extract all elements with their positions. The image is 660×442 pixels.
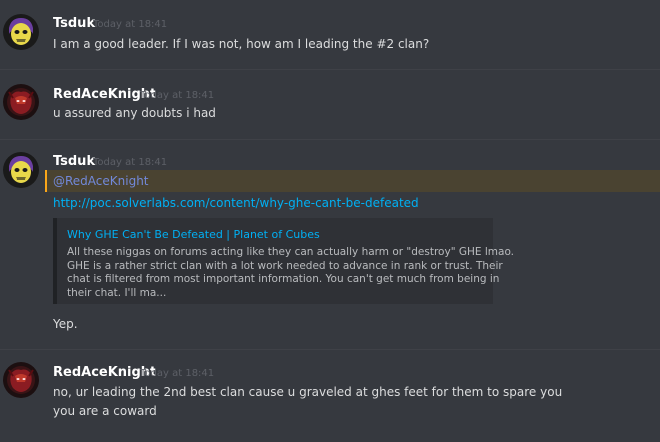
message-divider [0,349,660,350]
message-timestamp: Today at 18:41 [140,368,215,379]
message-author[interactable]: Tsduk [53,154,95,169]
message-author[interactable]: Tsduk [53,16,95,31]
embed-description: All these niggas on forums acting like t… [67,246,515,300]
message-link[interactable]: http://poc.solverlabs.com/content/why-gh… [53,196,419,210]
message-timestamp: Today at 18:41 [93,157,168,168]
message-divider [0,69,660,70]
red-knight-icon [3,362,39,398]
embed-title[interactable]: Why GHE Can't Be Defeated | Planet of Cu… [67,228,320,241]
embed-description-line: chat is filtered from most important inf… [67,273,500,285]
message-text: no, ur leading the 2nd best clan cause u… [53,385,563,399]
message-text: you are a coward [53,404,157,418]
chat-message-list: Tsduk Today at 18:41 I am a good leader.… [0,0,660,442]
avatar[interactable] [3,362,39,398]
avatar[interactable] [3,152,39,188]
message-timestamp: Today at 18:41 [140,90,215,101]
user-mention[interactable]: @RedAceKnight [53,174,149,188]
link-embed: Why GHE Can't Be Defeated | Planet of Cu… [53,218,515,304]
message-text: I am a good leader. If I was not, how am… [53,37,430,51]
avatar[interactable] [3,14,39,50]
avatar[interactable] [3,84,39,120]
embed-description-line: GHE is a rather strict clan with a lot w… [67,259,503,272]
red-knight-icon [3,84,39,120]
skeletor-icon [3,14,39,50]
message-timestamp: Today at 18:41 [93,19,168,30]
embed-description-line: All these niggas on forums acting like t… [67,246,515,258]
message-text: Yep. [53,317,78,331]
embed-description-line: their chat. I'll ma... [67,286,167,299]
skeletor-icon [3,152,39,188]
message-divider [0,139,660,140]
message-text: u assured any doubts i had [53,106,216,120]
